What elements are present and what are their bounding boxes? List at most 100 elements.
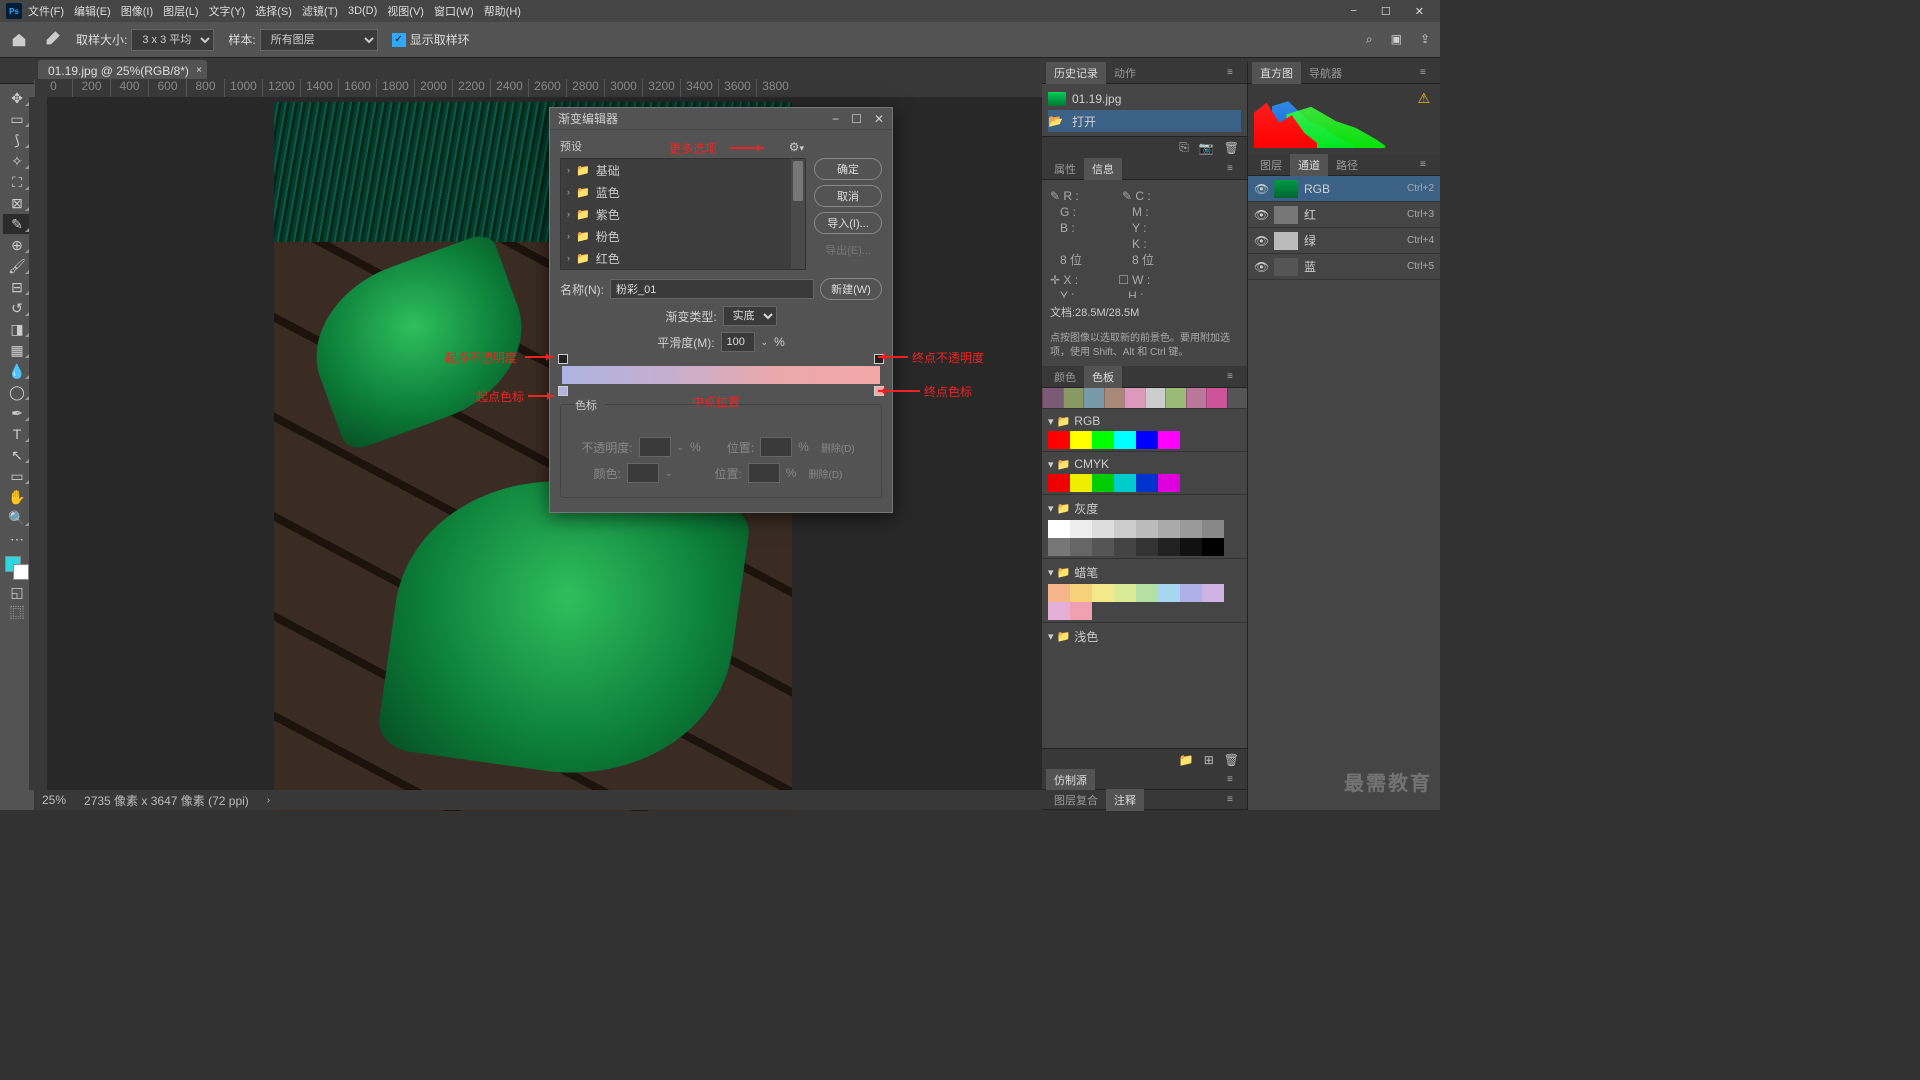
tab-navigator[interactable]: 导航器 (1301, 62, 1350, 84)
trash-icon[interactable]: 🗑 (1224, 141, 1239, 155)
camera-icon[interactable]: 📷 (1199, 141, 1214, 155)
new-swatch-icon[interactable]: ⊞ (1204, 753, 1214, 767)
panel-menu-icon[interactable]: ≡ (1420, 159, 1434, 170)
search-icon[interactable]: ⌕ (1366, 32, 1373, 47)
menu-select[interactable]: 选择(S) (255, 3, 292, 19)
color-stop-start[interactable] (558, 386, 568, 396)
channel-red[interactable]: 👁红Ctrl+3 (1248, 202, 1440, 228)
panel-menu-icon[interactable]: ≡ (1420, 67, 1434, 78)
new-button[interactable]: 新建(W) (820, 278, 882, 300)
gear-icon[interactable]: ⚙▾ (789, 140, 804, 154)
home-icon[interactable] (10, 31, 28, 49)
menu-view[interactable]: 视图(V) (387, 3, 424, 19)
preset-scrollbar[interactable] (791, 159, 805, 269)
sample-size-select[interactable]: 3 x 3 平均 (131, 29, 214, 51)
sample-layers-select[interactable]: 所有图层 (260, 29, 378, 51)
tab-layers[interactable]: 图层 (1252, 154, 1290, 176)
quickmask-icon[interactable]: ◱ (3, 582, 31, 602)
gradient-bar[interactable] (562, 366, 880, 384)
menu-layer[interactable]: 图层(L) (163, 3, 198, 19)
panel-menu-icon[interactable]: ≡ (1227, 67, 1241, 78)
tab-paths[interactable]: 路径 (1328, 154, 1366, 176)
move-tool[interactable]: ✥ (3, 88, 31, 108)
tab-notes[interactable]: 注释 (1106, 789, 1144, 811)
snapshot-icon[interactable]: ⎘ (1179, 140, 1189, 155)
preset-list[interactable]: ›📁 基础 ›📁 蓝色 ›📁 紫色 ›📁 粉色 ›📁 红色 (560, 158, 806, 270)
more-tools[interactable]: ⋯ (3, 529, 31, 549)
share-icon[interactable]: ⇪ (1420, 32, 1430, 47)
show-ring-checkbox[interactable]: ✓ (392, 33, 406, 47)
tab-channels[interactable]: 通道 (1290, 154, 1328, 176)
panel-menu-icon[interactable]: ≡ (1227, 163, 1241, 174)
zoom-tool[interactable]: 🔍 (3, 508, 31, 528)
crop-tool[interactable]: ⛶ (3, 172, 31, 192)
shape-tool[interactable]: ▭ (3, 466, 31, 486)
tab-history[interactable]: 历史记录 (1046, 62, 1106, 84)
panel-menu-icon[interactable]: ≡ (1227, 774, 1241, 785)
eye-icon[interactable]: 👁 (1254, 182, 1268, 196)
channel-rgb[interactable]: 👁RGBCtrl+2 (1248, 176, 1440, 202)
wand-tool[interactable]: ✧ (3, 151, 31, 171)
panel-menu-icon[interactable]: ≡ (1227, 794, 1241, 805)
menu-image[interactable]: 图像(I) (121, 3, 153, 19)
panel-menu-icon[interactable]: ≡ (1227, 371, 1241, 382)
new-group-icon[interactable]: 📁 (1179, 753, 1194, 767)
trash-icon[interactable]: 🗑 (1224, 753, 1239, 767)
import-button[interactable]: 导入(I)... (814, 212, 882, 234)
dodge-tool[interactable]: ◯ (3, 382, 31, 402)
tab-swatches[interactable]: 色板 (1084, 366, 1122, 388)
color-swatch[interactable] (3, 554, 31, 582)
menu-3d[interactable]: 3D(D) (348, 5, 377, 17)
heal-tool[interactable]: ⊕ (3, 235, 31, 255)
frame-tool[interactable]: ⊠ (3, 193, 31, 213)
path-tool[interactable]: ↖ (3, 445, 31, 465)
close-icon[interactable]: ✕ (1415, 5, 1424, 18)
hand-tool[interactable]: ✋ (3, 487, 31, 507)
lasso-tool[interactable]: ⟆ (3, 130, 31, 150)
eyedropper-tool-icon[interactable] (40, 29, 62, 51)
eraser-tool[interactable]: ◨ (3, 319, 31, 339)
blur-tool[interactable]: 💧 (3, 361, 31, 381)
tab-actions[interactable]: 动作 (1106, 62, 1144, 84)
maximize-icon[interactable]: ☐ (1381, 5, 1391, 18)
dialog-minimize-icon[interactable]: − (832, 112, 839, 126)
minimize-icon[interactable]: − (1350, 5, 1356, 18)
tab-properties[interactable]: 属性 (1046, 158, 1084, 180)
channel-green[interactable]: 👁绿Ctrl+4 (1248, 228, 1440, 254)
brush-tool[interactable]: 🖌 (3, 256, 31, 276)
pen-tool[interactable]: ✒ (3, 403, 31, 423)
tab-close-icon[interactable]: × (196, 65, 202, 76)
menu-file[interactable]: 文件(F) (28, 3, 64, 19)
tab-layercomp[interactable]: 图层复合 (1046, 789, 1106, 811)
workspace-icon[interactable]: ▣ (1391, 32, 1402, 47)
menu-window[interactable]: 窗口(W) (434, 3, 474, 19)
name-input[interactable] (610, 279, 814, 299)
tab-info[interactable]: 信息 (1084, 158, 1122, 180)
channel-blue[interactable]: 👁蓝Ctrl+5 (1248, 254, 1440, 280)
history-item[interactable]: 📂打开 (1048, 110, 1241, 132)
tab-histogram[interactable]: 直方图 (1252, 62, 1301, 84)
opacity-stop-start[interactable] (558, 354, 568, 364)
gradient-tool[interactable]: ▦ (3, 340, 31, 360)
gradient-type-select[interactable]: 实底 (723, 306, 777, 326)
dialog-close-icon[interactable]: ✕ (874, 112, 884, 126)
history-brush-tool[interactable]: ↺ (3, 298, 31, 318)
zoom-level[interactable]: 25% (42, 793, 66, 807)
screenmode-icon[interactable]: ⿴ (3, 603, 31, 623)
dialog-titlebar[interactable]: 渐变编辑器 − ☐ ✕ (550, 108, 892, 130)
cancel-button[interactable]: 取消 (814, 185, 882, 207)
eyedropper-tool[interactable]: ✎ (3, 214, 31, 234)
warning-icon[interactable]: ⚠ (1417, 90, 1430, 107)
dialog-maximize-icon[interactable]: ☐ (851, 112, 862, 126)
marquee-tool[interactable]: ▭ (3, 109, 31, 129)
tab-clone[interactable]: 仿制源 (1046, 769, 1095, 791)
menu-filter[interactable]: 滤镜(T) (302, 3, 338, 19)
menu-text[interactable]: 文字(Y) (209, 3, 246, 19)
type-tool[interactable]: T (3, 424, 31, 444)
smoothness-input[interactable] (721, 332, 755, 352)
menu-help[interactable]: 帮助(H) (484, 3, 521, 19)
menu-edit[interactable]: 编辑(E) (74, 3, 111, 19)
stamp-tool[interactable]: ⊟ (3, 277, 31, 297)
tab-colors[interactable]: 颜色 (1046, 366, 1084, 388)
ok-button[interactable]: 确定 (814, 158, 882, 180)
